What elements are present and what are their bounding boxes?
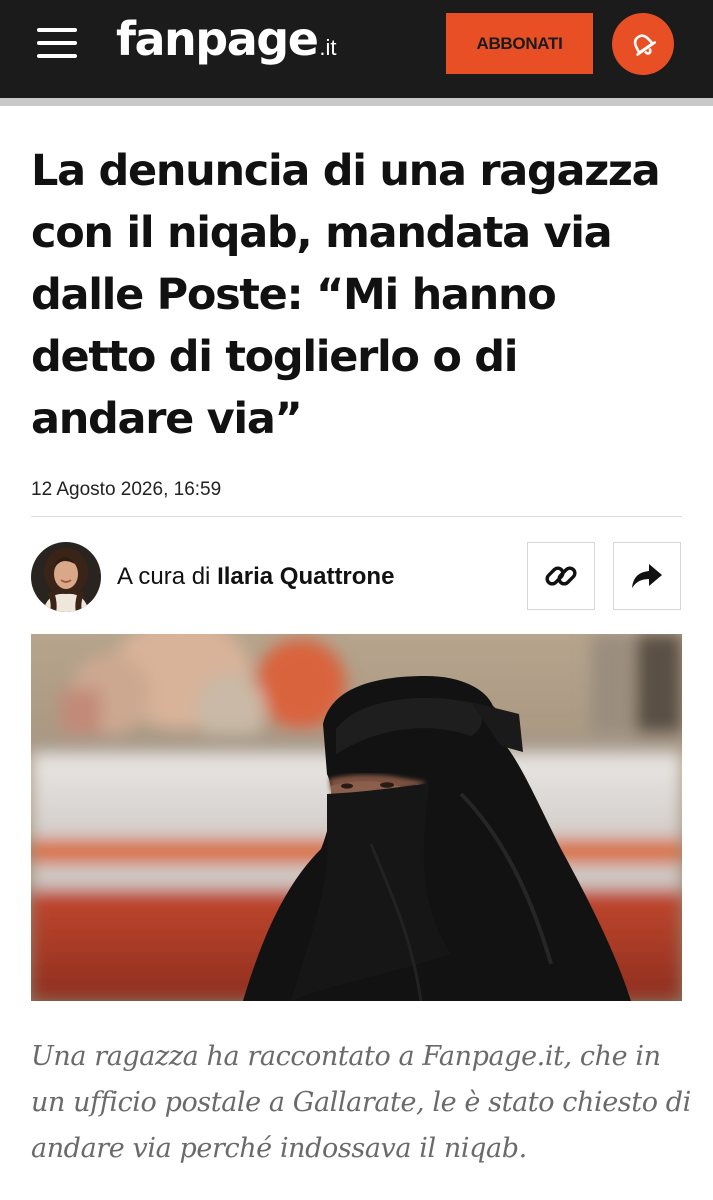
- article-hero-image: [31, 634, 682, 1001]
- article-title: La denuncia di una ragazza con il niqab,…: [31, 146, 661, 444]
- logo-main-text: fanpage: [116, 12, 319, 66]
- publish-date: 12 Agosto 2026, 16:59: [31, 479, 222, 500]
- copy-link-button[interactable]: [527, 542, 595, 610]
- hamburger-menu-icon[interactable]: [37, 28, 77, 58]
- header-divider: [0, 98, 713, 106]
- subscribe-button[interactable]: ABBONATI: [446, 13, 593, 74]
- author-avatar[interactable]: [31, 542, 101, 612]
- byline-prefix: A cura di: [117, 563, 211, 590]
- date-divider: [31, 516, 682, 517]
- notification-button[interactable]: [612, 13, 674, 75]
- share-arrow-icon: [632, 564, 662, 588]
- site-logo[interactable]: fanpage.it: [116, 12, 337, 66]
- author-row: A cura di Ilaria Quattrone: [31, 542, 682, 612]
- bell-icon: [633, 34, 657, 56]
- link-icon: [545, 566, 577, 586]
- logo-suffix-text: .it: [319, 35, 337, 60]
- share-button[interactable]: [613, 542, 681, 610]
- byline: A cura di Ilaria Quattrone: [117, 563, 394, 591]
- author-name[interactable]: Ilaria Quattrone: [217, 563, 394, 590]
- top-navigation-bar: fanpage.it ABBONATI: [0, 0, 713, 98]
- image-caption: Una ragazza ha raccontato a Fanpage.it, …: [31, 1041, 691, 1164]
